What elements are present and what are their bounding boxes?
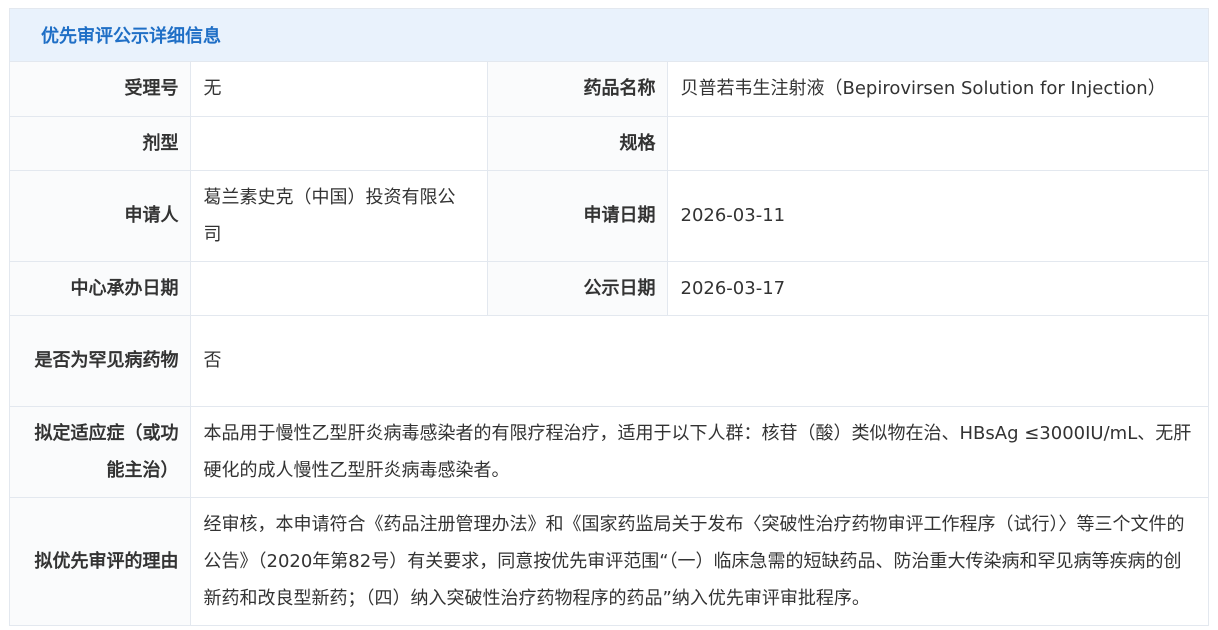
table-row: 剂型 规格: [10, 115, 1208, 171]
priority-reason-label: 拟优先审评的理由: [10, 496, 191, 625]
dosage-form-value: [189, 115, 488, 171]
priority-reason-value: 经审核，本申请符合《药品注册管理办法》和《国家药监局关于发布〈突破性治疗药物审评…: [189, 496, 1208, 625]
detail-table: 受理号 无 药品名称 贝普若韦生注射液（Bepirovirsen Solutio…: [10, 62, 1208, 625]
drug-name-value: 贝普若韦生注射液（Bepirovirsen Solution for Injec…: [666, 62, 1208, 117]
rare-disease-label: 是否为罕见病药物: [10, 314, 191, 407]
detail-panel: 优先审评公示详细信息 受理号 无 药品名称 贝普若韦生注射液（Bepirovir…: [9, 8, 1209, 626]
table-row: 拟定适应症（或功能主治） 本品用于慢性乙型肝炎病毒感染者的有限疗程治疗，适用于以…: [10, 405, 1208, 498]
panel-title: 优先审评公示详细信息: [41, 26, 221, 47]
drug-name-label: 药品名称: [486, 62, 668, 117]
applicant-value: 葛兰素史克（中国）投资有限公司: [189, 169, 488, 262]
table-row: 是否为罕见病药物 否: [10, 314, 1208, 407]
indication-value: 本品用于慢性乙型肝炎病毒感染者的有限疗程治疗，适用于以下人群：核苷（酸）类似物在…: [189, 405, 1208, 498]
center-date-value: [189, 260, 488, 316]
applicant-label: 申请人: [10, 169, 191, 262]
indication-label: 拟定适应症（或功能主治）: [10, 405, 191, 498]
specification-label: 规格: [486, 115, 668, 171]
panel-header: 优先审评公示详细信息: [10, 9, 1208, 62]
publicity-date-label: 公示日期: [486, 260, 668, 316]
table-row: 拟优先审评的理由 经审核，本申请符合《药品注册管理办法》和《国家药监局关于发布〈…: [10, 496, 1208, 625]
acceptance-no-value: 无: [189, 62, 488, 117]
application-date-value: 2026-03-11: [666, 169, 1208, 262]
table-row: 受理号 无 药品名称 贝普若韦生注射液（Bepirovirsen Solutio…: [10, 62, 1208, 117]
specification-value: [666, 115, 1208, 171]
table-row: 中心承办日期 公示日期 2026-03-17: [10, 260, 1208, 316]
publicity-date-value: 2026-03-17: [666, 260, 1208, 316]
acceptance-no-label: 受理号: [10, 62, 191, 117]
table-row: 申请人 葛兰素史克（中国）投资有限公司 申请日期 2026-03-11: [10, 169, 1208, 262]
center-date-label: 中心承办日期: [10, 260, 191, 316]
application-date-label: 申请日期: [486, 169, 668, 262]
rare-disease-value: 否: [189, 314, 1208, 407]
dosage-form-label: 剂型: [10, 115, 191, 171]
